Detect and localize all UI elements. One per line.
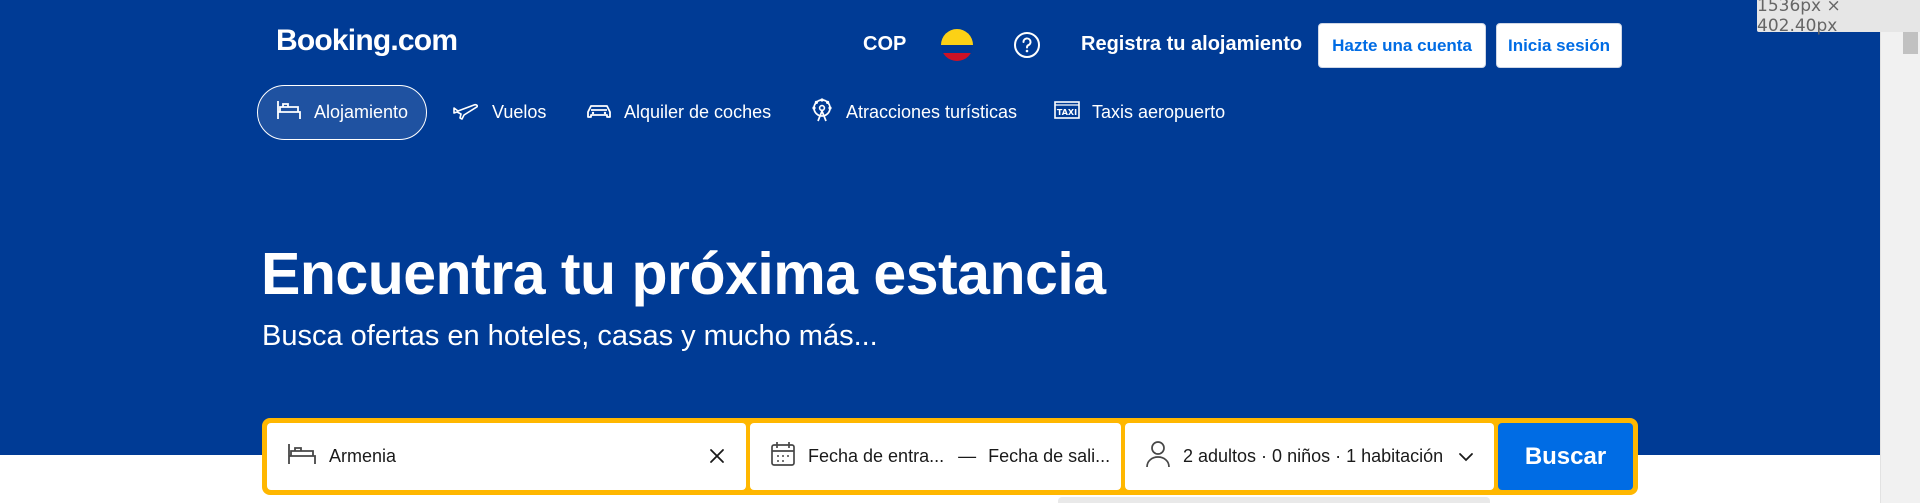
destination-input[interactable]: Armenia xyxy=(329,446,396,467)
svg-text:TAXI: TAXI xyxy=(1057,108,1077,117)
vertical-scrollbar[interactable] xyxy=(1880,0,1920,503)
guests-summary[interactable]: 2 adultos · 0 niños · 1 habitación xyxy=(1183,446,1443,467)
attractions-icon xyxy=(810,97,846,128)
tab-attractions[interactable]: Atracciones turísticas xyxy=(810,85,1017,140)
person-icon xyxy=(1145,440,1171,473)
dates-field[interactable]: Fecha de entra... — Fecha de sali... xyxy=(750,423,1121,490)
currency-selector[interactable]: COP xyxy=(863,33,906,56)
plane-icon xyxy=(452,99,492,126)
search-bar: Armenia Fecha de entra... — Fecha de sal… xyxy=(262,418,1638,495)
checkout-date[interactable]: Fecha de sali... xyxy=(988,446,1110,467)
question-circle-icon[interactable] xyxy=(1013,31,1041,59)
list-property-link[interactable]: Registra tu alojamiento xyxy=(1081,33,1302,56)
hero-banner xyxy=(0,0,1880,455)
checkin-date[interactable]: Fecha de entra... xyxy=(808,446,944,467)
page-subtitle: Busca ofertas en hoteles, casas y mucho … xyxy=(262,320,878,352)
register-button[interactable]: Hazte una cuenta xyxy=(1318,23,1486,68)
booking-logo[interactable]: Booking.com xyxy=(276,24,458,58)
calendar-icon xyxy=(770,441,796,472)
guests-field[interactable]: 2 adultos · 0 niños · 1 habitación xyxy=(1125,423,1494,490)
bed-icon xyxy=(276,99,314,126)
bed-icon xyxy=(287,442,317,471)
date-separator: — xyxy=(958,446,977,466)
tab-flights[interactable]: Vuelos xyxy=(452,85,546,140)
tab-attractions-label: Atracciones turísticas xyxy=(846,102,1018,122)
clear-destination-icon[interactable] xyxy=(706,445,728,467)
tab-flights-label: Vuelos xyxy=(492,102,547,122)
destination-field[interactable]: Armenia xyxy=(267,423,746,490)
search-button[interactable]: Buscar xyxy=(1498,423,1633,490)
tab-stays[interactable]: Alojamiento xyxy=(257,85,427,140)
tab-stays-label: Alojamiento xyxy=(313,102,409,122)
flag-colombia-icon[interactable] xyxy=(941,29,973,61)
chevron-down-icon[interactable] xyxy=(1458,449,1474,470)
tab-airport-taxis[interactable]: TAXI Taxis aeropuerto xyxy=(1054,85,1225,140)
tab-car-rental-label: Alquiler de coches xyxy=(624,102,772,122)
tab-airport-taxis-label: Taxis aeropuerto xyxy=(1092,102,1226,122)
viewport-dimensions-badge: 1536px × 402.40px xyxy=(1757,0,1920,36)
content-card-edge xyxy=(1058,497,1490,503)
car-icon xyxy=(586,100,624,125)
tab-car-rental[interactable]: Alquiler de coches xyxy=(586,85,771,140)
signin-button[interactable]: Inicia sesión xyxy=(1496,23,1622,68)
taxi-icon: TAXI xyxy=(1054,100,1092,125)
page-title: Encuentra tu próxima estancia xyxy=(261,241,1106,307)
